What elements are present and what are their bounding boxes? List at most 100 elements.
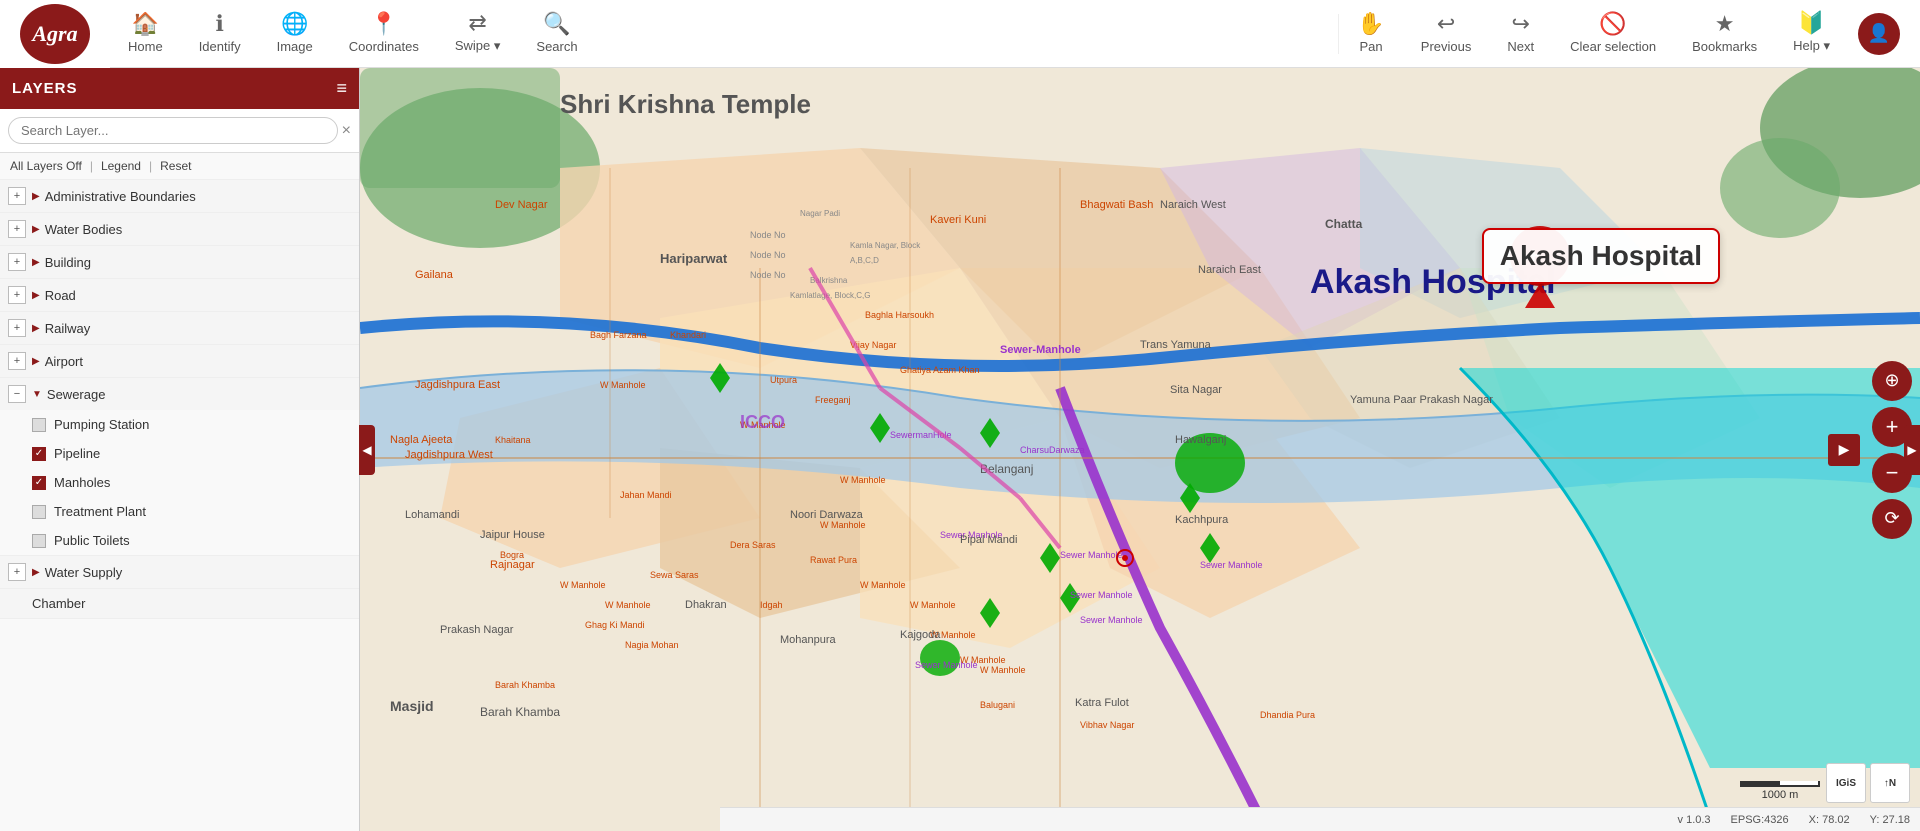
layer-group-header-airport[interactable]: + ▶ Airport: [0, 345, 359, 377]
svg-text:Gailana: Gailana: [415, 269, 454, 281]
layer-label-pipeline: Pipeline: [54, 446, 100, 461]
expand-railway-btn[interactable]: +: [8, 319, 26, 337]
layer-item-manholes[interactable]: ✓ Manholes: [0, 468, 359, 497]
nav-coordinates[interactable]: 📍 Coordinates: [331, 0, 437, 68]
layer-group-header-water[interactable]: + ▶ Water Bodies: [0, 213, 359, 245]
svg-text:Mohanpura: Mohanpura: [780, 634, 837, 646]
hospital-popup: Akash Hospital: [1482, 228, 1720, 284]
all-layers-off-btn[interactable]: All Layers Off: [10, 159, 82, 173]
layer-search-input[interactable]: [8, 117, 338, 144]
nav-previous-label: Previous: [1421, 39, 1472, 54]
nav-swipe-label: Swipe ▾: [455, 38, 501, 54]
next-icon: ↪: [1512, 11, 1530, 37]
svg-text:Khandari: Khandari: [670, 330, 706, 340]
user-avatar[interactable]: 👤: [1858, 13, 1900, 55]
expand-water-btn[interactable]: +: [8, 220, 26, 238]
svg-text:Masjid: Masjid: [390, 698, 434, 714]
expand-water-supply-btn[interactable]: +: [8, 563, 26, 581]
nav-left-items: 🏠 Home ℹ Identify 🌐 Image 📍 Coordinates …: [110, 0, 1338, 68]
expand-building-btn[interactable]: +: [8, 253, 26, 271]
svg-text:Rajnagar: Rajnagar: [490, 559, 535, 571]
checkbox-pipeline[interactable]: ✓: [32, 447, 46, 461]
map-area[interactable]: Sewer-Manhole SewermanHole CharsuDarwaza…: [360, 68, 1920, 831]
navigation-arrow[interactable]: ▶: [1828, 434, 1860, 466]
checkbox-pumping-station[interactable]: [32, 418, 46, 432]
nav-pan-label: Pan: [1360, 39, 1383, 54]
layer-label-manholes: Manholes: [54, 475, 110, 490]
layer-group-water-bodies: + ▶ Water Bodies: [0, 213, 359, 246]
svg-text:ICCO: ICCO: [740, 412, 785, 432]
right-panel-collapse[interactable]: ▶: [1904, 425, 1920, 475]
layer-group-railway: + ▶ Railway: [0, 312, 359, 345]
locate-button[interactable]: ⊕: [1872, 361, 1912, 401]
layer-group-header-chamber[interactable]: Chamber: [0, 589, 359, 618]
image-icon: 🌐: [281, 11, 308, 37]
layer-item-pumping-station[interactable]: Pumping Station: [0, 410, 359, 439]
expand-airport-btn[interactable]: +: [8, 352, 26, 370]
nav-search[interactable]: 🔍 Search: [518, 0, 595, 68]
svg-text:Sewer-Manhole: Sewer-Manhole: [1000, 344, 1081, 356]
layer-label-public-toilets: Public Toilets: [54, 533, 130, 548]
svg-text:Noori Darwaza: Noori Darwaza: [790, 509, 864, 521]
layer-group-header-building[interactable]: + ▶ Building: [0, 246, 359, 278]
svg-text:Naraich East: Naraich East: [1198, 264, 1261, 276]
svg-text:Hariparwat: Hariparwat: [660, 251, 728, 266]
hospital-name: Akash Hospital: [1500, 240, 1702, 271]
checkbox-public-toilets[interactable]: [32, 534, 46, 548]
search-clear-button[interactable]: ×: [342, 122, 351, 140]
sidebar-collapse-button[interactable]: ◀: [359, 425, 375, 475]
expand-sewerage-btn[interactable]: −: [8, 385, 26, 403]
layer-item-treatment-plant[interactable]: Treatment Plant: [0, 497, 359, 526]
layer-item-pipeline[interactable]: ✓ Pipeline: [0, 439, 359, 468]
layer-item-public-toilets[interactable]: Public Toilets: [0, 526, 359, 555]
search-icon: 🔍: [543, 11, 570, 37]
reset-btn[interactable]: Reset: [160, 159, 191, 173]
scale-bar: 1000 m: [1740, 781, 1820, 801]
svg-text:Shri Krishna Temple: Shri Krishna Temple: [560, 89, 811, 119]
nav-home[interactable]: 🏠 Home: [110, 0, 181, 68]
layer-group-airport: + ▶ Airport: [0, 345, 359, 378]
svg-text:Katra Fulot: Katra Fulot: [1075, 697, 1129, 709]
nav-clear-selection[interactable]: 🚫 Clear selection: [1552, 0, 1674, 68]
status-bar: v 1.0.3 EPSG:4326 X: 78.02 Y: 27.18: [720, 807, 1920, 831]
nav-pan[interactable]: ✋ Pan: [1339, 0, 1402, 68]
nav-bookmarks[interactable]: ★ Bookmarks: [1674, 0, 1775, 68]
layer-group-header-admin[interactable]: + ▶ Administrative Boundaries: [0, 180, 359, 212]
layer-group-header-sewerage[interactable]: − ▼ Sewerage: [0, 378, 359, 410]
expand-admin-btn[interactable]: +: [8, 187, 26, 205]
nav-swipe[interactable]: ⇄ Swipe ▾: [437, 0, 519, 68]
nav-identify[interactable]: ℹ Identify: [181, 0, 259, 68]
svg-text:CharsuDarwaza: CharsuDarwaza: [1020, 445, 1085, 455]
layer-group-header-water-supply[interactable]: + ▶ Water Supply: [0, 556, 359, 588]
svg-text:Rawat Pura: Rawat Pura: [810, 555, 857, 565]
svg-text:Freeganj: Freeganj: [815, 395, 851, 405]
layer-group-label-admin: Administrative Boundaries: [45, 189, 196, 204]
nav-next-label: Next: [1507, 39, 1534, 54]
svg-text:Dhakran: Dhakran: [685, 599, 727, 611]
svg-text:Nagia Mohan: Nagia Mohan: [625, 640, 679, 650]
svg-text:W Manhole: W Manhole: [560, 580, 606, 590]
right-arrow-btn[interactable]: ▶: [1828, 434, 1860, 466]
nav-previous[interactable]: ↩ Previous: [1403, 0, 1490, 68]
nav-help[interactable]: 🔰 Help ▾: [1775, 0, 1848, 68]
layers-toggle-button[interactable]: ≡: [336, 78, 347, 99]
rotate-button[interactable]: ⟳: [1872, 499, 1912, 539]
svg-text:Chatta: Chatta: [1325, 217, 1363, 231]
layer-group-header-road[interactable]: + ▶ Road: [0, 279, 359, 311]
svg-text:Bogra: Bogra: [500, 550, 524, 560]
expand-road-btn[interactable]: +: [8, 286, 26, 304]
nav-bookmarks-label: Bookmarks: [1692, 39, 1757, 54]
legend-btn[interactable]: Legend: [101, 159, 141, 173]
nav-image[interactable]: 🌐 Image: [259, 0, 331, 68]
checkbox-manholes[interactable]: ✓: [32, 476, 46, 490]
logo-area[interactable]: Agra: [0, 0, 110, 68]
identify-icon: ℹ: [215, 11, 223, 37]
arrow-airport: ▶: [32, 356, 40, 367]
arrow-building: ▶: [32, 257, 40, 268]
layer-group-header-railway[interactable]: + ▶ Railway: [0, 312, 359, 344]
svg-text:W Manhole: W Manhole: [960, 655, 1006, 665]
svg-text:W Manhole: W Manhole: [600, 380, 646, 390]
checkbox-treatment-plant[interactable]: [32, 505, 46, 519]
svg-text:Balugani: Balugani: [980, 700, 1015, 710]
nav-next[interactable]: ↪ Next: [1489, 0, 1552, 68]
